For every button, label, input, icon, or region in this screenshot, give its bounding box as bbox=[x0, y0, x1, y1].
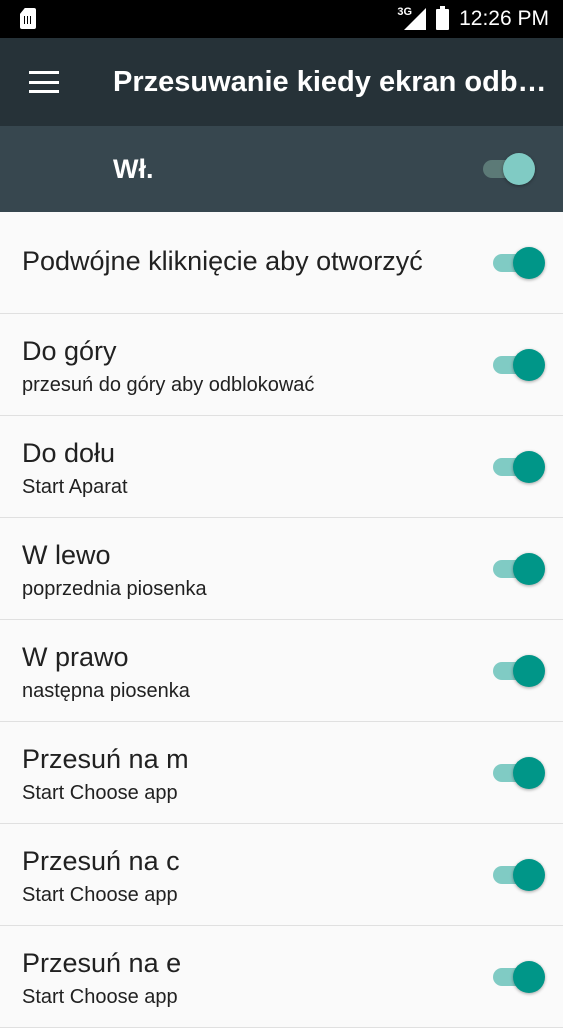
setting-toggle[interactable] bbox=[493, 344, 545, 384]
setting-title: Przesuń na e bbox=[22, 948, 182, 978]
master-switch-label: Wł. bbox=[113, 154, 154, 184]
setting-toggle[interactable] bbox=[493, 548, 545, 588]
status-icons: 3G 12:26 PM bbox=[397, 0, 549, 38]
setting-title: Do góry bbox=[22, 336, 117, 366]
settings-row[interactable]: W lewo poprzednia piosenka bbox=[0, 518, 563, 620]
network-type-label: 3G bbox=[397, 6, 413, 18]
settings-list: Podwójne kliknięcie aby otworzyć Do góry p… bbox=[0, 212, 563, 1028]
toggle-thumb bbox=[513, 859, 545, 891]
settings-row[interactable]: Przesuń na c Start Choose app bbox=[0, 824, 563, 926]
toggle-thumb bbox=[513, 247, 545, 279]
sim-card-icon bbox=[20, 8, 36, 29]
toggle-thumb bbox=[503, 153, 535, 185]
hamburger-menu-icon[interactable] bbox=[29, 71, 59, 93]
toggle-thumb bbox=[513, 655, 545, 687]
setting-toggle[interactable] bbox=[493, 854, 545, 894]
setting-subtitle: Start Choose app bbox=[22, 782, 178, 804]
setting-subtitle: poprzednia piosenka bbox=[22, 578, 207, 600]
setting-title: Przesuń na c bbox=[22, 846, 180, 876]
settings-row[interactable]: W prawo następna piosenka bbox=[0, 620, 563, 722]
setting-title: W prawo bbox=[22, 642, 129, 672]
setting-subtitle: następna piosenka bbox=[22, 680, 190, 702]
setting-toggle[interactable] bbox=[493, 956, 545, 996]
battery-icon bbox=[436, 5, 450, 30]
master-switch-bar[interactable]: Wł. bbox=[0, 126, 563, 212]
setting-toggle[interactable] bbox=[493, 242, 545, 282]
setting-title: W lewo bbox=[22, 540, 111, 570]
setting-title: Do dołu bbox=[22, 438, 116, 468]
setting-subtitle: Start Choose app bbox=[22, 986, 178, 1008]
settings-row[interactable]: Do góry przesuń do góry aby odblokować bbox=[0, 314, 563, 416]
status-bar: 3G 12:26 PM bbox=[0, 0, 563, 38]
setting-subtitle: Start Choose app bbox=[22, 884, 178, 906]
toggle-thumb bbox=[513, 349, 545, 381]
settings-row[interactable]: Podwójne kliknięcie aby otworzyć bbox=[0, 212, 563, 314]
app-bar: Przesuwanie kiedy ekran odblokowany bbox=[0, 38, 563, 126]
settings-row[interactable]: Do dołu Start Aparat bbox=[0, 416, 563, 518]
settings-row[interactable]: Przesuń na e Start Choose app bbox=[0, 926, 563, 1028]
toggle-thumb bbox=[513, 553, 545, 585]
settings-row[interactable]: Przesuń na m Start Choose app bbox=[0, 722, 563, 824]
page-title: Przesuwanie kiedy ekran odblokowany bbox=[113, 66, 549, 98]
status-clock: 12:26 PM bbox=[459, 7, 549, 30]
toggle-thumb bbox=[513, 757, 545, 789]
setting-title: Podwójne kliknięcie aby otworzyć bbox=[22, 246, 423, 276]
toggle-thumb bbox=[513, 451, 545, 483]
setting-toggle[interactable] bbox=[493, 752, 545, 792]
setting-subtitle: przesuń do góry aby odblokować bbox=[22, 374, 315, 396]
master-toggle[interactable] bbox=[483, 148, 535, 188]
setting-toggle[interactable] bbox=[493, 446, 545, 486]
setting-toggle[interactable] bbox=[493, 650, 545, 690]
setting-title: Przesuń na m bbox=[22, 744, 189, 774]
toggle-thumb bbox=[513, 961, 545, 993]
setting-subtitle: Start Aparat bbox=[22, 476, 128, 498]
